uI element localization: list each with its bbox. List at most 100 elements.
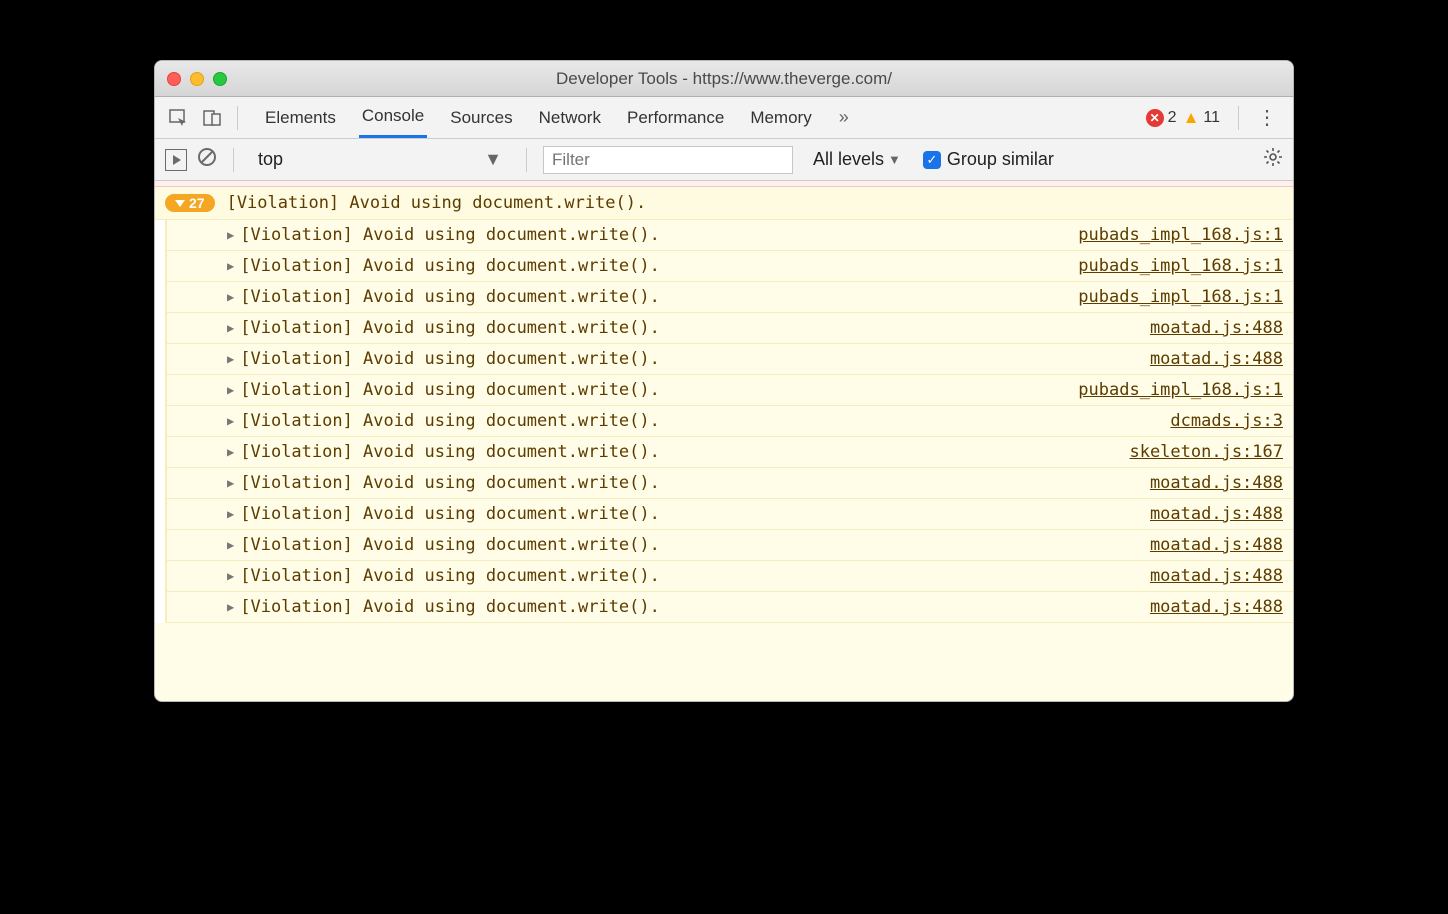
console-message-row[interactable]: ▶ [Violation] Avoid using document.write(…: [167, 375, 1293, 406]
message-text: [Violation] Avoid using document.write()…: [240, 380, 1078, 400]
group-message: [Violation] Avoid using document.write()…: [227, 193, 647, 213]
tab-console[interactable]: Console: [359, 97, 427, 138]
divider: [526, 148, 527, 172]
disclosure-triangle-icon[interactable]: ▶: [227, 290, 234, 304]
message-text: [Violation] Avoid using document.write()…: [240, 442, 1129, 462]
devtools-tabbar: Elements Console Sources Network Perform…: [155, 97, 1293, 139]
console-message-row[interactable]: ▶ [Violation] Avoid using document.write(…: [167, 499, 1293, 530]
message-text: [Violation] Avoid using document.write()…: [240, 473, 1150, 493]
console-message-row[interactable]: ▶ [Violation] Avoid using document.write(…: [167, 437, 1293, 468]
message-text: [Violation] Avoid using document.write()…: [240, 504, 1150, 524]
message-source-link[interactable]: moatad.js:488: [1150, 504, 1283, 524]
message-text: [Violation] Avoid using document.write()…: [240, 535, 1150, 555]
filter-input[interactable]: [543, 146, 793, 174]
console-message-row[interactable]: ▶ [Violation] Avoid using document.write(…: [167, 592, 1293, 623]
dropdown-icon: ▼: [484, 149, 502, 170]
tab-performance[interactable]: Performance: [624, 97, 727, 138]
message-source-link[interactable]: skeleton.js:167: [1129, 442, 1283, 462]
divider: [233, 148, 234, 172]
close-window-button[interactable]: [167, 72, 181, 86]
message-group-header[interactable]: 27 [Violation] Avoid using document.writ…: [155, 187, 1293, 220]
divider: [237, 106, 238, 130]
panel-tabs: Elements Console Sources Network Perform…: [262, 97, 1134, 138]
message-source-link[interactable]: pubads_impl_168.js:1: [1078, 256, 1283, 276]
console-messages: 27 [Violation] Avoid using document.writ…: [155, 181, 1293, 701]
devtools-window: Developer Tools - https://www.theverge.c…: [154, 60, 1294, 702]
tab-memory[interactable]: Memory: [747, 97, 814, 138]
disclosure-triangle-icon[interactable]: ▶: [227, 352, 234, 366]
warning-icon: ▲: [1183, 108, 1200, 128]
console-message-row[interactable]: ▶ [Violation] Avoid using document.write(…: [167, 251, 1293, 282]
group-gutter: [155, 220, 167, 623]
error-count-badge[interactable]: ✕ 2: [1146, 109, 1177, 127]
disclosure-triangle-icon[interactable]: ▶: [227, 414, 234, 428]
disclosure-triangle-icon[interactable]: ▶: [227, 600, 234, 614]
tab-network[interactable]: Network: [536, 97, 604, 138]
message-text: [Violation] Avoid using document.write()…: [240, 411, 1170, 431]
disclosure-triangle-icon[interactable]: ▶: [227, 569, 234, 583]
show-console-sidebar-icon[interactable]: [165, 149, 187, 171]
message-text: [Violation] Avoid using document.write()…: [240, 597, 1150, 617]
message-source-link[interactable]: moatad.js:488: [1150, 597, 1283, 617]
more-tabs-icon[interactable]: »: [839, 107, 849, 128]
execution-context-select[interactable]: top ▼: [250, 145, 510, 175]
warning-count-badge[interactable]: ▲ 11: [1183, 108, 1220, 128]
disclosure-triangle-icon[interactable]: ▶: [227, 259, 234, 273]
message-text: [Violation] Avoid using document.write()…: [240, 256, 1078, 276]
traffic-lights: [167, 72, 227, 86]
disclosure-triangle-icon[interactable]: ▶: [227, 321, 234, 335]
message-source-link[interactable]: moatad.js:488: [1150, 566, 1283, 586]
group-count-badge: 27: [165, 194, 215, 212]
message-source-link[interactable]: moatad.js:488: [1150, 349, 1283, 369]
console-toolbar: top ▼ All levels ▼ ✓ Group similar: [155, 139, 1293, 181]
console-message-row[interactable]: ▶[Violation] Avoid using document.write(…: [167, 220, 1293, 251]
tab-sources[interactable]: Sources: [447, 97, 515, 138]
message-text: [Violation] Avoid using document.write()…: [240, 287, 1078, 307]
error-icon: ✕: [1146, 109, 1164, 127]
divider: [1238, 106, 1239, 130]
console-message-row[interactable]: ▶ [Violation] Avoid using document.write(…: [167, 344, 1293, 375]
message-source-link[interactable]: moatad.js:488: [1150, 318, 1283, 338]
disclosure-triangle-icon[interactable]: ▶: [227, 228, 234, 242]
message-source-link[interactable]: pubads_impl_168.js:1: [1078, 380, 1283, 400]
minimize-window-button[interactable]: [190, 72, 204, 86]
inspect-element-icon[interactable]: [163, 103, 193, 133]
group-similar-label: Group similar: [947, 149, 1054, 170]
window-title: Developer Tools - https://www.theverge.c…: [155, 69, 1293, 89]
console-message-row[interactable]: ▶ [Violation] Avoid using document.write(…: [167, 530, 1293, 561]
message-source-link[interactable]: pubads_impl_168.js:1: [1078, 287, 1283, 307]
more-menu-icon[interactable]: ⋮: [1249, 105, 1285, 130]
maximize-window-button[interactable]: [213, 72, 227, 86]
disclosure-triangle-icon[interactable]: ▶: [227, 476, 234, 490]
tab-elements[interactable]: Elements: [262, 97, 339, 138]
titlebar[interactable]: Developer Tools - https://www.theverge.c…: [155, 61, 1293, 97]
issue-badges: ✕ 2 ▲ 11: [1146, 108, 1220, 128]
levels-label: All levels: [813, 149, 884, 170]
console-message-row[interactable]: ▶ [Violation] Avoid using document.write(…: [167, 406, 1293, 437]
message-source-link[interactable]: moatad.js:488: [1150, 473, 1283, 493]
disclosure-triangle-icon[interactable]: ▶: [227, 507, 234, 521]
console-message-row[interactable]: ▶ [Violation] Avoid using document.write(…: [167, 282, 1293, 313]
warning-count: 11: [1203, 109, 1220, 127]
disclosure-triangle-icon[interactable]: ▶: [227, 383, 234, 397]
device-toolbar-icon[interactable]: [197, 103, 227, 133]
error-count: 2: [1168, 109, 1177, 127]
console-message-row[interactable]: ▶ [Violation] Avoid using document.write(…: [167, 468, 1293, 499]
console-message-row[interactable]: ▶ [Violation] Avoid using document.write(…: [167, 313, 1293, 344]
message-source-link[interactable]: pubads_impl_168.js:1: [1078, 225, 1283, 245]
group-count: 27: [189, 195, 205, 211]
dropdown-icon: ▼: [888, 152, 901, 167]
message-text: [Violation] Avoid using document.write()…: [240, 349, 1150, 369]
context-label: top: [258, 149, 283, 170]
log-level-select[interactable]: All levels ▼: [813, 149, 901, 170]
message-text: [Violation] Avoid using document.write()…: [240, 566, 1150, 586]
clear-console-icon[interactable]: [197, 147, 217, 172]
console-message-row[interactable]: ▶ [Violation] Avoid using document.write(…: [167, 561, 1293, 592]
disclosure-triangle-icon[interactable]: ▶: [227, 445, 234, 459]
group-similar-checkbox[interactable]: ✓ Group similar: [923, 149, 1054, 170]
disclosure-triangle-icon[interactable]: ▶: [227, 538, 234, 552]
message-text: [Violation] Avoid using document.write()…: [240, 318, 1150, 338]
message-source-link[interactable]: dcmads.js:3: [1170, 411, 1283, 431]
message-source-link[interactable]: moatad.js:488: [1150, 535, 1283, 555]
settings-icon[interactable]: [1263, 147, 1283, 173]
